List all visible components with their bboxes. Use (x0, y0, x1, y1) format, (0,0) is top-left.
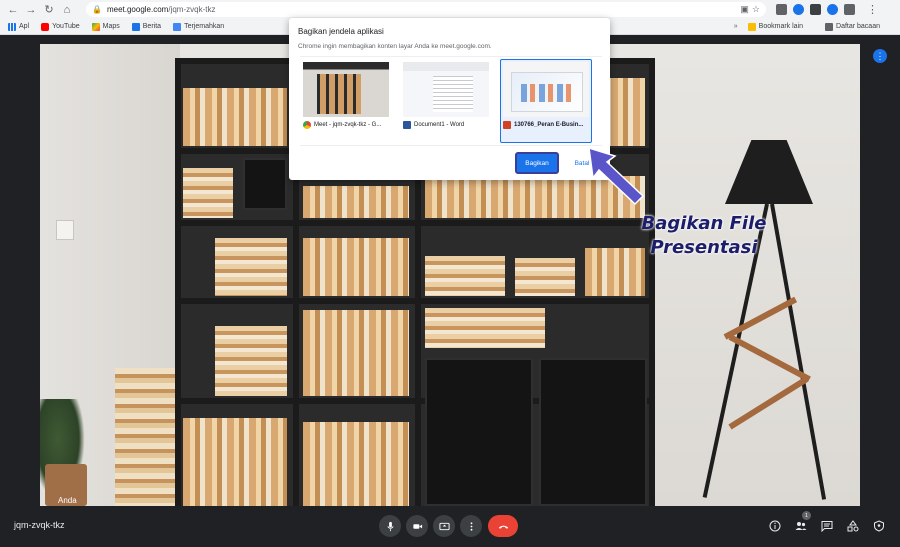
activities-icon (847, 520, 859, 532)
people-button[interactable] (794, 519, 808, 533)
powerpoint-icon (503, 121, 511, 129)
maps-icon (91, 22, 100, 31)
more-options-button[interactable] (460, 515, 482, 537)
url-host: meet.google.com (106, 5, 169, 14)
audio-levels-icon[interactable]: ⋮ (873, 49, 887, 63)
dialog-title: Bagikan jendela aplikasi (298, 27, 384, 36)
extension-icon[interactable] (776, 4, 787, 15)
end-call-button[interactable] (488, 515, 518, 537)
bookmark-youtube[interactable]: YouTube (41, 22, 80, 31)
host-controls-button[interactable] (872, 519, 886, 533)
present-button[interactable] (433, 515, 455, 537)
meet-control-bar: jqm-zvqk-tkz 1 (0, 506, 900, 547)
news-icon (131, 22, 140, 31)
camera-button[interactable] (406, 515, 428, 537)
meeting-code: jqm-zvqk-tkz (14, 520, 65, 530)
bookmark-maps[interactable]: Maps (91, 22, 120, 31)
lock-icon: 🔒 (92, 5, 102, 14)
window-thumbnail (403, 62, 489, 117)
back-icon[interactable]: ← (6, 3, 20, 17)
word-icon (403, 121, 411, 129)
meeting-details-button[interactable] (768, 519, 782, 533)
window-thumbnail (303, 62, 389, 117)
share-window-dialog: Bagikan jendela aplikasi Chrome ingin me… (289, 18, 610, 180)
bookmark-translate[interactable]: Terjemahkan (173, 22, 224, 31)
chrome-icon (303, 121, 311, 129)
address-bar[interactable]: 🔒 meet.google.com/jqm-zvqk-tkz ▣ ☆ (86, 2, 766, 17)
host-controls-icon (874, 520, 884, 532)
floor-lamp (725, 140, 813, 204)
install-icon[interactable]: ▣ (740, 4, 749, 15)
bookmark-news[interactable]: Berita (131, 22, 161, 31)
window-option-word[interactable]: Document1 - Word (400, 59, 492, 143)
end-call-icon (498, 525, 508, 529)
annotation-label: Bagikan File Presentasi (641, 213, 767, 258)
profile-extension-icon[interactable] (793, 4, 804, 15)
reading-list-icon (825, 22, 834, 31)
window-thumbnail (503, 62, 589, 117)
more-options-icon (470, 521, 472, 531)
puzzle-icon[interactable] (844, 4, 855, 15)
youtube-icon (41, 22, 50, 31)
mail-extension-icon[interactable] (810, 4, 821, 15)
forward-icon[interactable]: → (24, 3, 38, 17)
people-icon (795, 522, 807, 530)
browser-menu-icon[interactable]: ⋮ (867, 3, 878, 16)
window-option-powerpoint[interactable]: 130766_Peran E-Busin... (500, 59, 592, 143)
bookmark-star-icon[interactable]: ☆ (752, 4, 760, 15)
reload-icon[interactable]: ↻ (42, 3, 56, 17)
url-path: /jqm-zvqk-tkz (168, 5, 216, 14)
translate-icon (173, 22, 182, 31)
activities-button[interactable] (846, 519, 860, 533)
participant-name: Anda (58, 496, 77, 505)
info-icon (769, 520, 781, 532)
window-list: Meet - jqm-zvqk-tkz - G... Document1 - W… (300, 56, 602, 146)
mic-icon (386, 521, 394, 531)
window-option-meet[interactable]: Meet - jqm-zvqk-tkz - G... (300, 59, 392, 143)
bookmarks-overflow-icon[interactable]: » (734, 23, 738, 30)
share-button[interactable]: Bagikan (515, 152, 559, 174)
present-icon (438, 522, 450, 530)
participants-count-badge: 1 (802, 511, 811, 520)
account-icon[interactable] (827, 4, 838, 15)
apps-icon (8, 22, 16, 31)
folder-icon (747, 22, 756, 31)
chat-icon (821, 521, 833, 532)
reading-list[interactable]: Daftar bacaan (825, 22, 880, 31)
wall-socket (56, 220, 74, 240)
camera-icon (412, 523, 422, 529)
mic-button[interactable] (379, 515, 401, 537)
dialog-subtitle: Chrome ingin membagikan konten layar And… (298, 43, 492, 50)
home-icon[interactable]: ⌂ (60, 3, 74, 17)
chat-button[interactable] (820, 519, 834, 533)
browser-toolbar: ← → ↻ ⌂ 🔒 meet.google.com/jqm-zvqk-tkz ▣… (0, 0, 900, 19)
bookmark-apps[interactable]: Apl (8, 22, 29, 31)
annotation-arrow-icon (588, 146, 645, 206)
bookmark-other[interactable]: Bookmark lain (747, 22, 803, 31)
